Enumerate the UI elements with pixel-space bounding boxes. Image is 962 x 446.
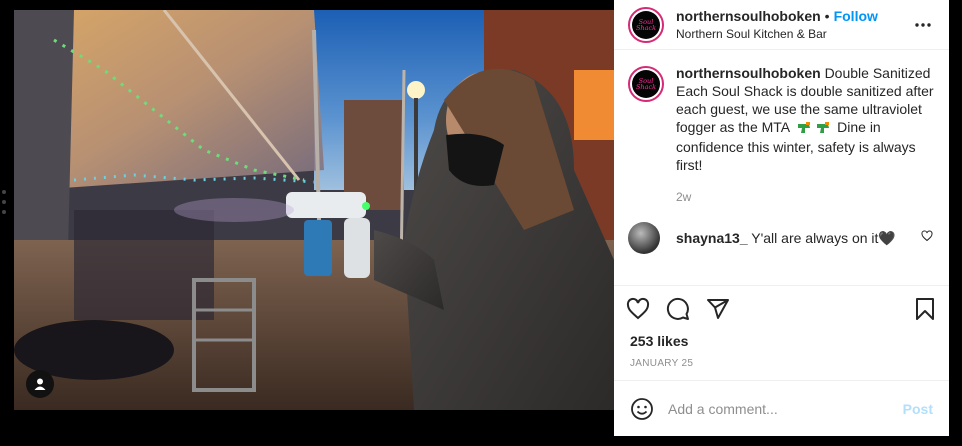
user-tag-button[interactable] [26, 370, 54, 398]
avatar-text: Soul Shack [635, 77, 657, 91]
comment-icon [666, 297, 689, 320]
separator-dot: • [824, 8, 830, 24]
more-options-button[interactable] [911, 22, 935, 27]
comment-like-button[interactable] [921, 229, 935, 247]
heart-icon [921, 230, 933, 242]
smiley-icon[interactable] [630, 397, 654, 421]
user-icon [34, 378, 46, 390]
location-link[interactable]: Northern Soul Kitchen & Bar [676, 26, 911, 42]
edge-dot [2, 210, 6, 214]
avatar[interactable]: Soul Shack [628, 6, 664, 43]
comment-text: Y'all are always on it🖤 [751, 229, 896, 246]
likes-count[interactable]: 253 likes [614, 332, 949, 350]
comment-row: shayna13_ Y'all are always on it🖤 [628, 222, 935, 254]
comment-button[interactable] [666, 297, 690, 321]
action-bar [614, 286, 949, 332]
commenter-avatar[interactable] [628, 222, 660, 254]
post-photo-image [14, 10, 614, 410]
caption-time[interactable]: 2w [676, 188, 935, 206]
username-link[interactable]: northernsoulhoboken [676, 8, 821, 24]
post-date[interactable]: JANUARY 25 [614, 358, 949, 369]
comment-input[interactable] [668, 400, 903, 417]
share-icon [707, 299, 729, 319]
water-gun-icon [797, 120, 833, 138]
bookmark-icon [916, 298, 934, 320]
avatar[interactable]: Soul Shack [628, 66, 664, 102]
edge-dot [2, 190, 6, 194]
comment-composer: Post [614, 380, 949, 436]
save-button[interactable] [913, 297, 937, 326]
post-comment-button[interactable]: Post [903, 401, 933, 417]
instagram-post-modal: Soul Shack northernsoulhoboken • Follow No… [0, 0, 962, 446]
more-horizontal-icon [915, 22, 931, 27]
caption-username[interactable]: northernsoulhoboken [676, 65, 821, 81]
like-button[interactable] [626, 297, 650, 321]
post-photo[interactable] [14, 10, 614, 410]
commenter-username[interactable]: shayna13_ [676, 230, 748, 246]
edge-dot [2, 200, 6, 204]
comments-section: Soul Shack northernsoulhoboken Double Sa… [614, 50, 949, 286]
comment-text-row: shayna13_ Y'all are always on it🖤 [676, 230, 921, 247]
header-text: northernsoulhoboken • Follow Northern Soul… [676, 7, 911, 42]
caption-body: northernsoulhoboken Double Sanitized Eac… [676, 64, 935, 206]
heart-icon [626, 297, 650, 320]
caption: Soul Shack northernsoulhoboken Double Sa… [628, 64, 935, 206]
follow-button[interactable]: Follow [834, 8, 878, 24]
post-header: Soul Shack northernsoulhoboken • Follow No… [614, 0, 949, 50]
share-button[interactable] [706, 297, 730, 321]
avatar-logo: Soul Shack [632, 70, 660, 98]
right-edge [949, 0, 962, 446]
post-sidebar: Soul Shack northernsoulhoboken • Follow No… [614, 0, 949, 436]
avatar-logo: Soul Shack [632, 10, 660, 39]
left-edge [0, 0, 14, 446]
avatar-text: Soul Shack [635, 17, 657, 32]
